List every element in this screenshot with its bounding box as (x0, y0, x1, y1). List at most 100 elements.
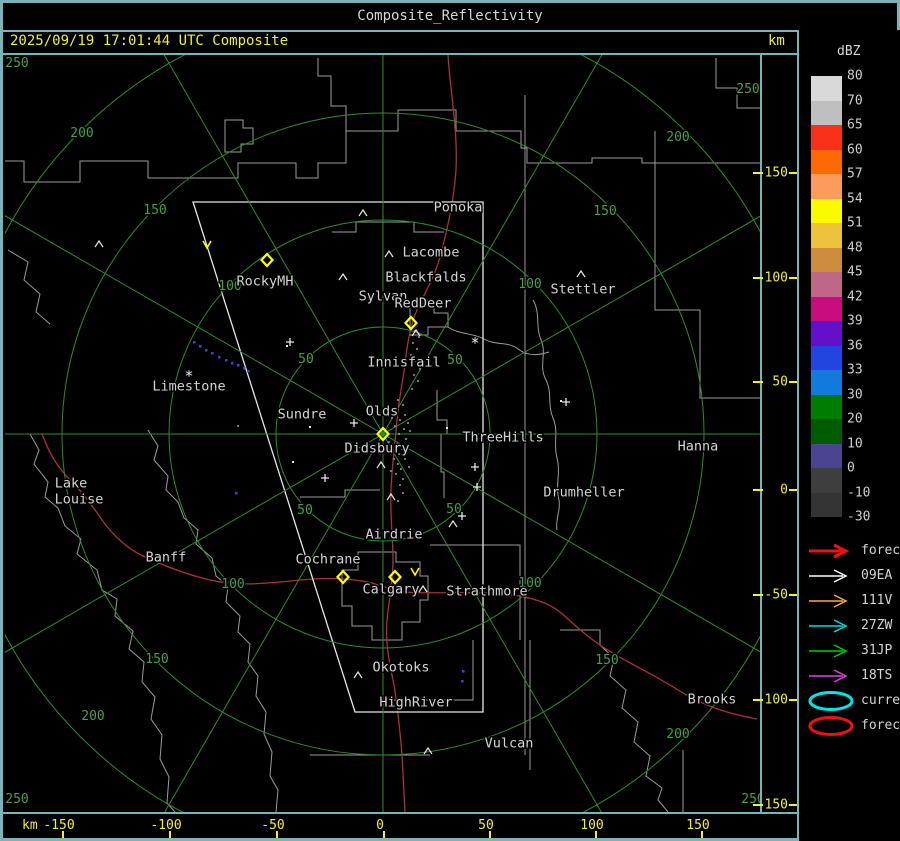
legend-item-111V: 111V (807, 588, 892, 613)
city-label: Olds (366, 404, 399, 420)
legend-item-forecast: forecast (807, 538, 900, 563)
bottom-axis-tick (383, 831, 385, 838)
right-axis-tick-label: 50 (772, 375, 788, 390)
colorbar-value-label: 10 (847, 436, 863, 451)
right-axis-edge-tick (753, 699, 763, 701)
legend-item-31JP: 31JP (807, 638, 892, 663)
city-label: Vulcan (485, 736, 534, 752)
clutter-echo (395, 473, 397, 475)
colorbar-value-label: 39 (847, 314, 863, 329)
city-label: Blackfalds (385, 270, 466, 286)
city-label: Banff (146, 550, 187, 566)
right-axis-tick (789, 381, 797, 383)
track-arrow-icon (807, 541, 855, 561)
colorbar-value-label: 70 (847, 93, 863, 108)
bottom-axis-tick-label: 50 (478, 818, 494, 833)
bottom-axis-tick (276, 831, 278, 838)
radar-app-window: Composite_Reflectivity 2025/09/19 17:01:… (0, 0, 900, 841)
weak-echo (243, 367, 246, 370)
right-axis-unit: km (768, 33, 785, 49)
caret-marker (95, 241, 103, 247)
clutter-echo (397, 500, 399, 502)
ring-distance-label: 200 (70, 126, 93, 141)
bottom-axis-tick (595, 831, 597, 838)
track-arrow-icon (807, 616, 855, 636)
clutter-echo (237, 425, 239, 427)
caret-marker (339, 274, 347, 280)
colorbar-swatch (811, 101, 842, 126)
star-marker: * (470, 334, 479, 352)
right-axis-tick (789, 277, 797, 279)
city-label: RedDeer (395, 296, 452, 312)
clutter-echo (404, 414, 406, 416)
bottom-axis-tick (169, 831, 171, 838)
right-axis-tick-label: 0 (780, 483, 788, 498)
right-axis-edge-tick (753, 381, 763, 383)
clutter-echo (409, 430, 411, 432)
weak-echo (237, 364, 240, 367)
caret-marker (377, 462, 385, 468)
caret-marker (354, 672, 362, 678)
right-axis-tick (789, 172, 797, 174)
scan-area-outline (193, 95, 525, 755)
colorbar-swatch (811, 223, 842, 248)
caret-marker (385, 251, 393, 257)
legend-item-09EA: 09EA (807, 563, 892, 588)
caret-marker (359, 210, 367, 216)
ring-distance-label: 100 (518, 277, 541, 292)
colorbar-swatch (811, 419, 842, 444)
track-arrow-icon (807, 591, 855, 611)
city-label: Cochrane (295, 552, 360, 568)
track-arrow-icon (807, 641, 855, 661)
right-axis-tick (789, 594, 797, 596)
dot-marker (446, 427, 448, 429)
clutter-echo (397, 463, 399, 465)
bottom-axis-tick (62, 831, 64, 838)
clutter-echo (400, 468, 402, 470)
city-label: Brooks (688, 692, 737, 708)
right-axis-tick (789, 489, 797, 491)
city-label: ThreeHills (462, 430, 543, 446)
clutter-echo (394, 425, 396, 427)
city-label: HighRiver (379, 695, 452, 711)
clutter-echo (416, 348, 418, 350)
clutter-echo (402, 404, 404, 406)
ring-distance-label: 150 (593, 204, 616, 219)
colorbar-value-label: -30 (847, 510, 870, 525)
bottom-axis-unit: km (22, 818, 38, 833)
legend-item-forecast: forecast (807, 713, 900, 738)
clutter-echo (412, 342, 414, 344)
bottom-axis-tick (489, 831, 491, 838)
dot-marker (286, 345, 288, 347)
right-axis-tick (789, 804, 797, 806)
legend-item-label: 18TS (861, 668, 892, 683)
city-label: Lake (55, 476, 88, 492)
colorbar-value-label: 36 (847, 338, 863, 353)
radar-map-canvas[interactable]: 5050505010010010010015015015015020020020… (5, 55, 761, 812)
right-axis-edge-tick (753, 804, 763, 806)
clutter-echo (402, 492, 404, 494)
radar-map[interactable]: 5050505010010010010015015015015020020020… (5, 55, 761, 812)
weak-echo (199, 345, 202, 348)
weak-echo (205, 349, 208, 352)
ring-distance-label: 250 (736, 82, 759, 97)
plus-marker (286, 338, 294, 346)
ring-distance-label: 200 (666, 130, 689, 145)
colorbar-swatch (811, 199, 842, 224)
side-panel: dBZ 807065605754514845423936333020100-10… (799, 30, 900, 841)
city-label: Innisfail (367, 355, 440, 371)
title-divider (0, 30, 900, 32)
right-axis-edge-tick (753, 489, 763, 491)
bottom-axis-tick-label: 100 (580, 818, 603, 833)
clutter-echo (418, 336, 420, 338)
storm-check-marker (411, 568, 419, 575)
right-axis-tick (789, 699, 797, 701)
track-arrow-icon (807, 666, 855, 686)
city-label: Sundre (278, 407, 327, 423)
legend-item-label: 31JP (861, 643, 892, 658)
city-label: Airdrie (366, 527, 423, 543)
clutter-echo (399, 419, 401, 421)
weak-echo (235, 492, 238, 495)
colorbar-title: dBZ (837, 44, 860, 59)
clutter-echo (408, 466, 410, 468)
